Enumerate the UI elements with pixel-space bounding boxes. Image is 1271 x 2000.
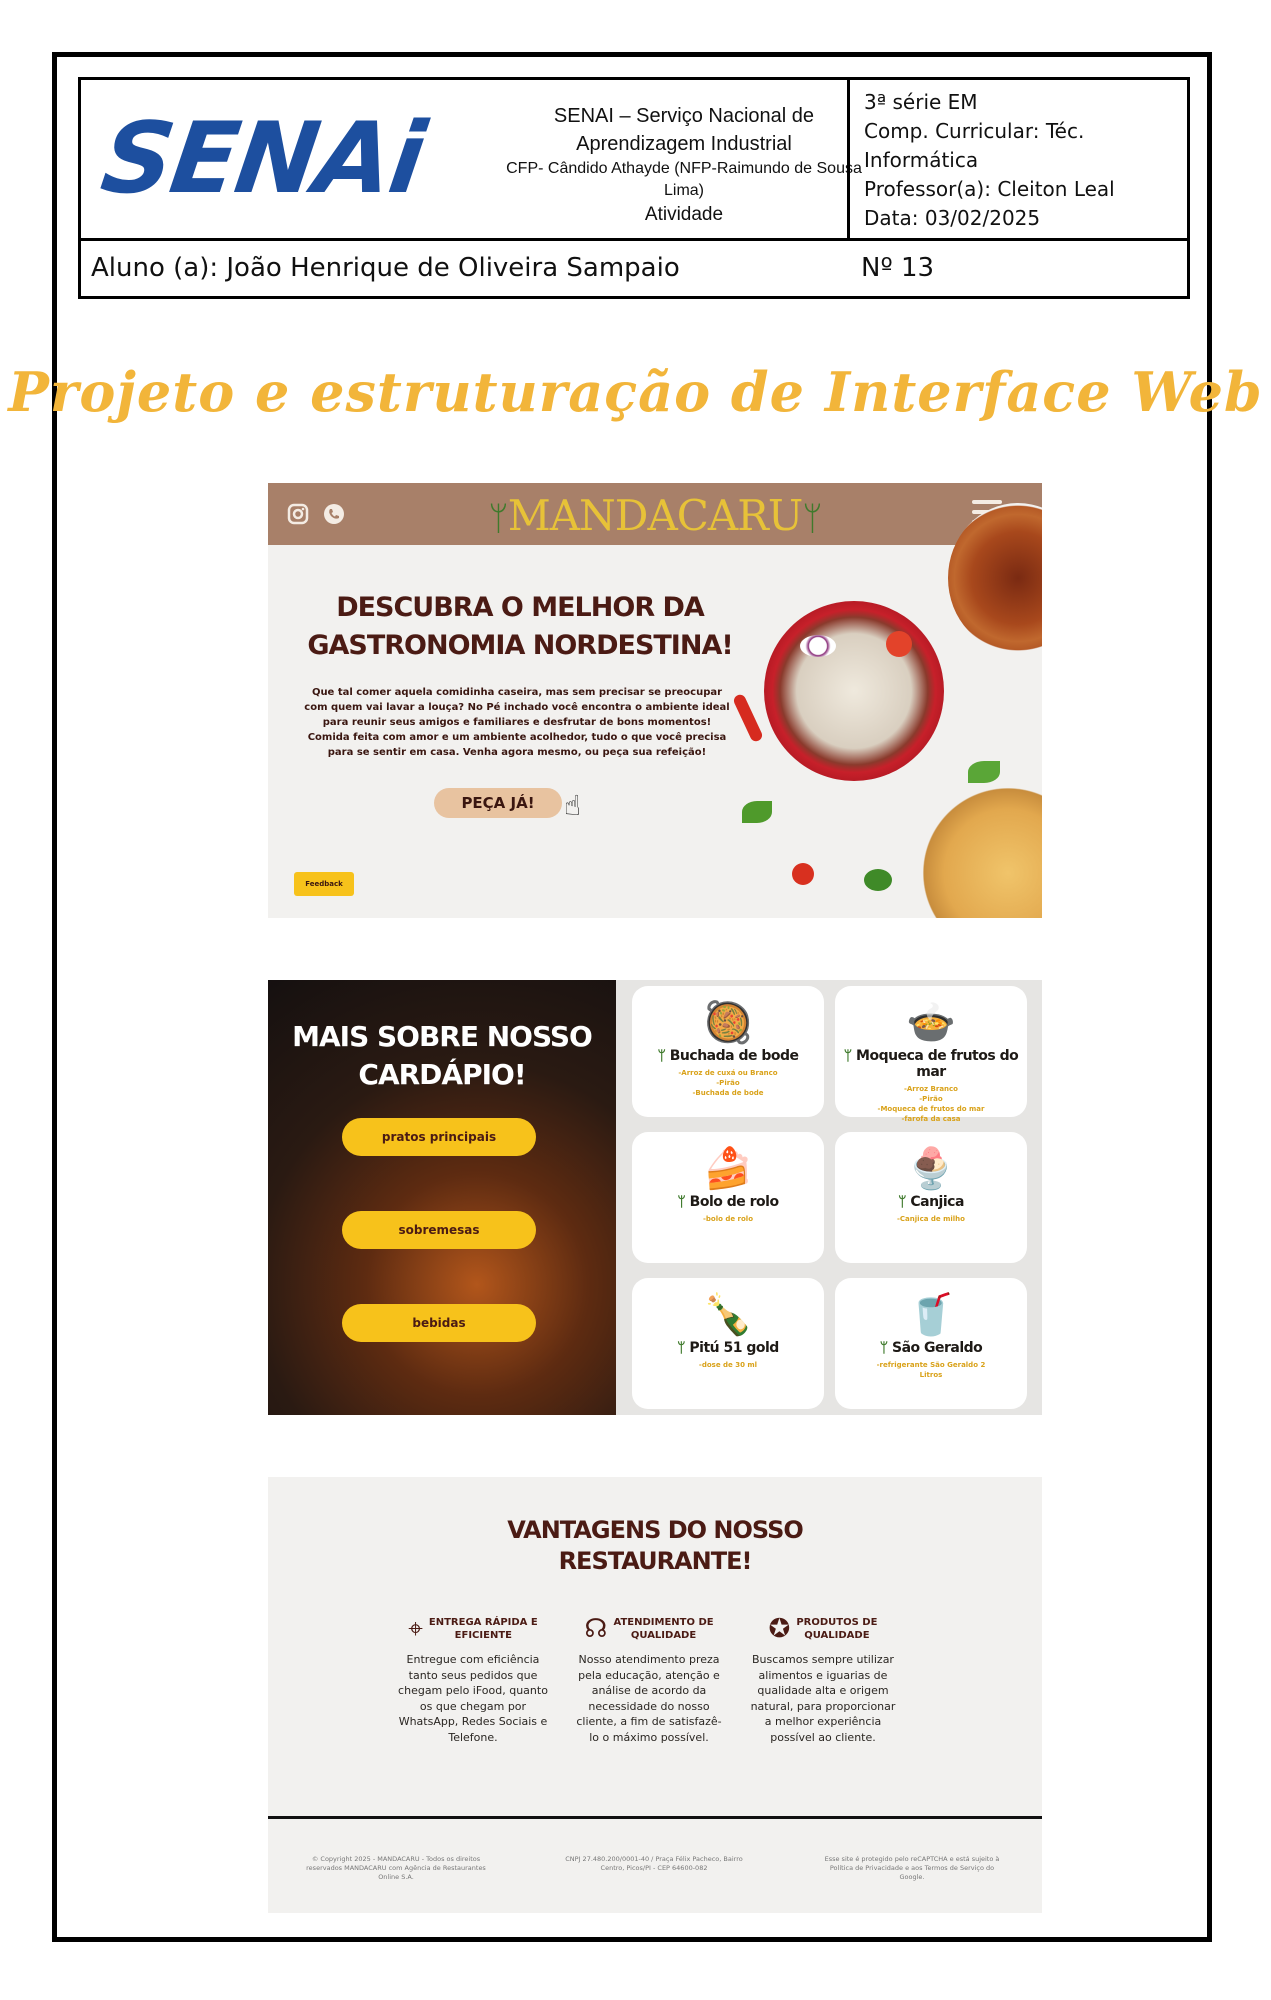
menu-card-title: ᛘ Canjica: [835, 1194, 1027, 1210]
student-name: Aluno (a): João Henrique de Oliveira Sam…: [91, 253, 680, 283]
headset-icon: ☊: [584, 1614, 608, 1644]
card-name: Bolo de rolo: [689, 1194, 779, 1210]
moqueca-image: 🍲: [906, 999, 956, 1046]
desserts-button[interactable]: sobremesas: [342, 1211, 536, 1249]
menu-card[interactable]: 🍾 ᛘ Pitú 51 gold -dose de 30 ml: [632, 1278, 824, 1409]
feature-delivery: ⌖ ENTREGA RÁPIDA E EFICIENTE Entregue co…: [398, 1611, 548, 1745]
pepper-image: [731, 692, 765, 744]
menu-heading-line-1: MAIS SOBRE NOSSO: [292, 1020, 593, 1053]
menu-card-title: ᛘ Buchada de bode: [632, 1048, 824, 1064]
cactus-icon: ᛘ: [677, 1340, 686, 1356]
feature-text: Buscamos sempre utilizar alimentos e igu…: [750, 1653, 896, 1744]
feedback-button[interactable]: Feedback: [294, 872, 354, 896]
senai-logo: SENAi: [81, 80, 443, 238]
cactus-icon: ᛘ: [657, 1048, 666, 1064]
pointer-hand-icon: ☝: [564, 789, 582, 822]
student-row: Aluno (a): João Henrique de Oliveira Sam…: [81, 238, 1187, 296]
feature-quality: ✪ PRODUTOS DE QUALIDADE Buscamos sempre …: [748, 1611, 898, 1745]
cactus-icon: ᛘ: [488, 499, 508, 539]
cactus-icon: ᛘ: [843, 1048, 852, 1064]
cactus-icon: ᛘ: [879, 1340, 888, 1356]
menu-card-desc: -Arroz de cuxá ou Branco -Pirão -Buchada…: [678, 1069, 778, 1097]
footer-divider: [268, 1816, 1042, 1819]
menu-card-title: ᛘ Bolo de rolo: [632, 1194, 824, 1210]
feature-title: ATENDIMENTO DE QUALIDADE: [613, 1617, 714, 1641]
advantages-heading: VANTAGENS DO NOSSO RESTAURANTE!: [268, 1515, 1042, 1577]
senai-logo-text: SENAi: [94, 102, 430, 216]
menu-card[interactable]: 🍰 ᛘ Bolo de rolo -bolo de rolo: [632, 1132, 824, 1263]
menu-card-title: ᛘ Pitú 51 gold: [632, 1340, 824, 1356]
tapioca-image: [918, 783, 1042, 918]
cactus-icon: ᛘ: [898, 1194, 906, 1210]
card-name: Canjica: [910, 1194, 964, 1210]
card-name: Buchada de bode: [669, 1048, 799, 1064]
teacher: Professor(a): Cleiton Leal: [864, 177, 1115, 201]
feature-title: PRODUTOS DE QUALIDADE: [796, 1617, 878, 1641]
cactus-icon: ᛘ: [677, 1194, 686, 1210]
feature-text: Entregue com eficiência tanto seus pedid…: [398, 1653, 548, 1744]
rice-plate-image: [764, 601, 944, 781]
main-dishes-button[interactable]: pratos principais: [342, 1118, 536, 1156]
navbar: ᛘMANDACARUᛘ: [268, 483, 1042, 545]
bolo-de-rolo-image: 🍰: [703, 1145, 753, 1192]
brand-name: MANDACARU: [507, 491, 804, 540]
herb-image: [864, 869, 892, 891]
advantages-heading-line-2: RESTAURANTE!: [558, 1547, 753, 1575]
page-title: Projeto e estruturação de Interface Web: [8, 360, 1263, 424]
pitu-bottle-image: 🍾: [703, 1291, 753, 1338]
footer-copyright: © Copyright 2025 - MANDACARU - Todos os …: [306, 1855, 486, 1881]
menu-card[interactable]: 🍨 ᛘ Canjica -Canjica de milho: [835, 1132, 1027, 1263]
leaf-image: [968, 761, 1000, 783]
card-name: Pitú 51 gold: [689, 1340, 779, 1356]
advantages-screenshot: VANTAGENS DO NOSSO RESTAURANTE! ⌖ ENTREG…: [268, 1477, 1042, 1913]
location-pin-icon: ⌖: [408, 1613, 423, 1644]
menu-card-title: ᛘ São Geraldo: [835, 1340, 1027, 1356]
date: Data: 03/02/2025: [864, 206, 1041, 230]
card-name: São Geraldo: [891, 1340, 983, 1356]
card-name: Moqueca de frutos do mar: [856, 1048, 1019, 1080]
menu-card[interactable]: 🍲 ᛘ Moqueca de frutos do mar -Arroz Bran…: [835, 986, 1027, 1123]
hero-screenshot: ᛘMANDACARUᛘ DESCUBRA O MELHOR DA GASTRON…: [268, 483, 1042, 918]
hero-headline-line-2: GASTRONOMIA NORDESTINA!: [307, 630, 733, 661]
brand-logo[interactable]: ᛘMANDACARUᛘ: [268, 491, 1042, 540]
hero-headline-line-1: DESCUBRA O MELHOR DA: [336, 592, 705, 623]
canjica-image: 🍨: [906, 1145, 956, 1192]
menu-banner: MAIS SOBRE NOSSO CARDÁPIO! pratos princi…: [268, 980, 616, 1415]
header-table: SENAi SENAI – Serviço Nacional de Aprend…: [78, 77, 1190, 299]
buchada-image: 🥘: [703, 999, 753, 1046]
student-number: Nº 13: [861, 253, 935, 283]
hero-headline: DESCUBRA O MELHOR DA GASTRONOMIA NORDEST…: [300, 589, 740, 665]
menu-screenshot: MAIS SOBRE NOSSO CARDÁPIO! pratos princi…: [268, 980, 1042, 1415]
footer-recaptcha: Esse site é protegido pelo reCAPTCHA e e…: [824, 1855, 1000, 1881]
menu-card[interactable]: 🥤 ᛘ São Geraldo -refrigerante São Gerald…: [835, 1278, 1027, 1409]
cactus-icon: ᛘ: [802, 499, 822, 539]
cherry-tomato-image: [792, 863, 814, 885]
drinks-button[interactable]: bebidas: [342, 1304, 536, 1342]
menu-card[interactable]: 🥘 ᛘ Buchada de bode -Arroz de cuxá ou Br…: [632, 986, 824, 1117]
menu-card-desc: -Canjica de milho: [897, 1215, 965, 1223]
quality-badge-icon: ✪: [768, 1614, 791, 1644]
component-line-2: Informática: [864, 148, 979, 172]
course-info: 3ª série EM Comp. Curricular: Téc. Infor…: [847, 80, 1187, 238]
leaf-image: [742, 801, 772, 823]
feature-service: ☊ ATENDIMENTO DE QUALIDADE Nosso atendim…: [574, 1611, 724, 1745]
feature-title: ENTREGA RÁPIDA E EFICIENTE: [428, 1617, 538, 1641]
advantages-heading-line-1: VANTAGENS DO NOSSO: [507, 1516, 804, 1544]
menu-heading-line-2: CARDÁPIO!: [358, 1058, 526, 1091]
onion-image: [800, 635, 836, 657]
grade: 3ª série EM: [864, 90, 978, 114]
menu-card-desc: -bolo de rolo: [702, 1215, 754, 1223]
footer-address: CNPJ 27.480.200/0001-40 / Praça Félix Pa…: [565, 1855, 743, 1872]
menu-card-title: ᛘ Moqueca de frutos do mar: [835, 1048, 1027, 1080]
hero-paragraph: Que tal comer aquela comidinha caseira, …: [304, 687, 730, 758]
menu-card-desc: -Arroz Branco -Pirão -Moqueca de frutos …: [877, 1085, 985, 1123]
tomato-image: [886, 631, 912, 657]
menu-card-desc: -refrigerante São Geraldo 2 Litros: [876, 1361, 986, 1379]
component-line-1: Comp. Curricular: Téc.: [864, 119, 1085, 143]
menu-heading: MAIS SOBRE NOSSO CARDÁPIO!: [268, 1018, 616, 1094]
soda-bottle-image: 🥤: [906, 1291, 956, 1338]
order-now-button[interactable]: PEÇA JÁ!: [434, 788, 562, 818]
menu-card-desc: -dose de 30 ml: [698, 1361, 758, 1369]
feature-text: Nosso atendimento preza pela educação, a…: [576, 1653, 722, 1744]
